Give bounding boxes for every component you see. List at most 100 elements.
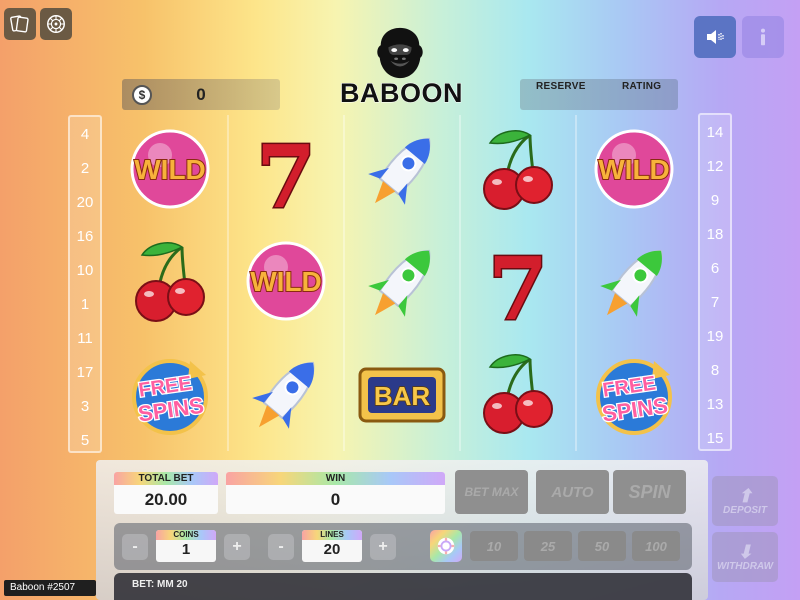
coins-increase-button[interactable]: + (224, 534, 250, 560)
stats-panel: RESERVE RATING (520, 79, 678, 110)
rocket-green-symbol (344, 227, 460, 339)
symbol-text: WILD (598, 154, 670, 185)
payline-number[interactable]: 14 (700, 115, 730, 149)
payline-number[interactable]: 9 (700, 183, 730, 217)
chip-25-button[interactable]: 25 (524, 531, 572, 561)
cherry-symbol (460, 115, 576, 227)
free-spins-symbol: FREE SPINS (576, 339, 692, 451)
reel-4: 7 (460, 115, 576, 451)
gorilla-icon (377, 27, 423, 79)
win-label: WIN (226, 472, 445, 485)
info-button[interactable] (742, 16, 784, 58)
lines-decrease-button[interactable]: - (268, 534, 294, 560)
symbol-text: BAR (374, 381, 431, 411)
cherry-symbol (460, 339, 576, 451)
free-spins-symbol: FREE SPINS (112, 339, 228, 451)
payline-number[interactable]: 4 (70, 117, 100, 151)
chip-100-button[interactable]: 100 (632, 531, 680, 561)
chip-selector-button[interactable] (430, 530, 462, 562)
sound-toggle-button[interactable] (694, 16, 736, 58)
payline-number[interactable]: 1 (70, 287, 100, 321)
chip-icon (437, 537, 455, 555)
payline-number[interactable]: 20 (70, 185, 100, 219)
deposit-button[interactable]: ⬆ DEPOSIT (712, 476, 778, 526)
baboon-logo: BABOON (340, 26, 464, 110)
rocket-blue-symbol (344, 115, 460, 227)
reel-divider (459, 115, 461, 451)
rocket-blue-icon (368, 137, 431, 205)
chip-10-button[interactable]: 10 (470, 531, 518, 561)
payline-number[interactable]: 10 (70, 253, 100, 287)
reserve-label: RESERVE (536, 81, 586, 92)
info-icon (760, 28, 766, 46)
roulette-icon (47, 15, 65, 33)
seven-icon: 7 (487, 238, 550, 334)
bet-line-text: BET: MM 20 (132, 579, 188, 590)
cherry-icon (483, 354, 553, 434)
rocket-green-symbol (576, 227, 692, 339)
payline-number[interactable]: 6 (700, 251, 730, 285)
payline-number[interactable]: 2 (70, 151, 100, 185)
win-box: WIN 0 (226, 472, 445, 514)
symbol-text: WILD (134, 154, 206, 185)
chip-50-button[interactable]: 50 (578, 531, 626, 561)
arrow-up-icon: ⬆ (737, 485, 753, 506)
payline-number[interactable]: 15 (700, 421, 730, 455)
total-bet-label: TOTAL BET (114, 472, 218, 485)
wild-icon: WILD (594, 129, 674, 209)
seven-symbol: 7 (460, 227, 576, 339)
spin-button[interactable]: SPIN (613, 470, 686, 514)
coins-decrease-button[interactable]: - (122, 534, 148, 560)
wild-symbol: WILD (576, 115, 692, 227)
total-bet-value: 20.00 (144, 490, 188, 509)
reel-5: WILD FREE SPINS (576, 115, 692, 451)
payline-number[interactable]: 3 (70, 389, 100, 423)
paylines-right: 14 12 9 18 6 7 19 8 13 15 (698, 113, 732, 451)
rocket-blue-symbol (228, 339, 344, 451)
cards-button[interactable] (4, 8, 36, 40)
withdraw-button[interactable]: ⬇ WITHDRAW (712, 532, 778, 582)
seven-icon: 7 (255, 126, 318, 222)
symbol-text: WILD (250, 266, 322, 297)
reel-3: BAR (344, 115, 460, 451)
reel-divider (343, 115, 345, 451)
paylines-left: 4 2 20 16 10 1 11 17 3 5 (68, 115, 102, 453)
balance-value: 0 (196, 85, 206, 104)
payline-number[interactable]: 19 (700, 319, 730, 353)
lines-increase-button[interactable]: + (370, 534, 396, 560)
brand-title: BABOON (340, 78, 464, 109)
payline-number[interactable]: 17 (70, 355, 100, 389)
cherry-icon (135, 242, 205, 322)
rating-label: RATING (622, 81, 662, 92)
rocket-green-icon (600, 249, 663, 317)
wild-icon: WILD (130, 129, 210, 209)
bar-icon: BAR (358, 367, 446, 423)
lines-box: LINES 20 (302, 530, 362, 562)
payline-number[interactable]: 16 (70, 219, 100, 253)
win-value: 0 (330, 490, 341, 509)
payline-number[interactable]: 5 (70, 423, 100, 457)
wild-symbol: WILD (112, 115, 228, 227)
withdraw-label: WITHDRAW (716, 560, 774, 572)
payline-number[interactable]: 13 (700, 387, 730, 421)
cherry-symbol (112, 227, 228, 339)
coins-box: COINS 1 (156, 530, 216, 562)
coins-label: COINS (156, 530, 216, 540)
total-bet-box: TOTAL BET 20.00 (114, 472, 218, 514)
reel-1: WILD FREE SPINS (112, 115, 228, 451)
payline-number[interactable]: 18 (700, 217, 730, 251)
payline-number[interactable]: 12 (700, 149, 730, 183)
reel-divider (575, 115, 577, 451)
wild-icon: WILD (246, 241, 326, 321)
payline-number[interactable]: 8 (700, 353, 730, 387)
free-spins-icon: FREE SPINS (132, 359, 208, 435)
reel-divider (227, 115, 229, 451)
payline-number[interactable]: 11 (70, 321, 100, 355)
roulette-button[interactable] (40, 8, 72, 40)
coins-value: 1 (181, 541, 191, 558)
arrow-down-icon: ⬇ (737, 541, 753, 562)
bet-max-button[interactable]: BET MAX (455, 470, 528, 514)
rocket-blue-icon (252, 361, 315, 429)
auto-button[interactable]: AUTO (536, 470, 609, 514)
payline-number[interactable]: 7 (700, 285, 730, 319)
